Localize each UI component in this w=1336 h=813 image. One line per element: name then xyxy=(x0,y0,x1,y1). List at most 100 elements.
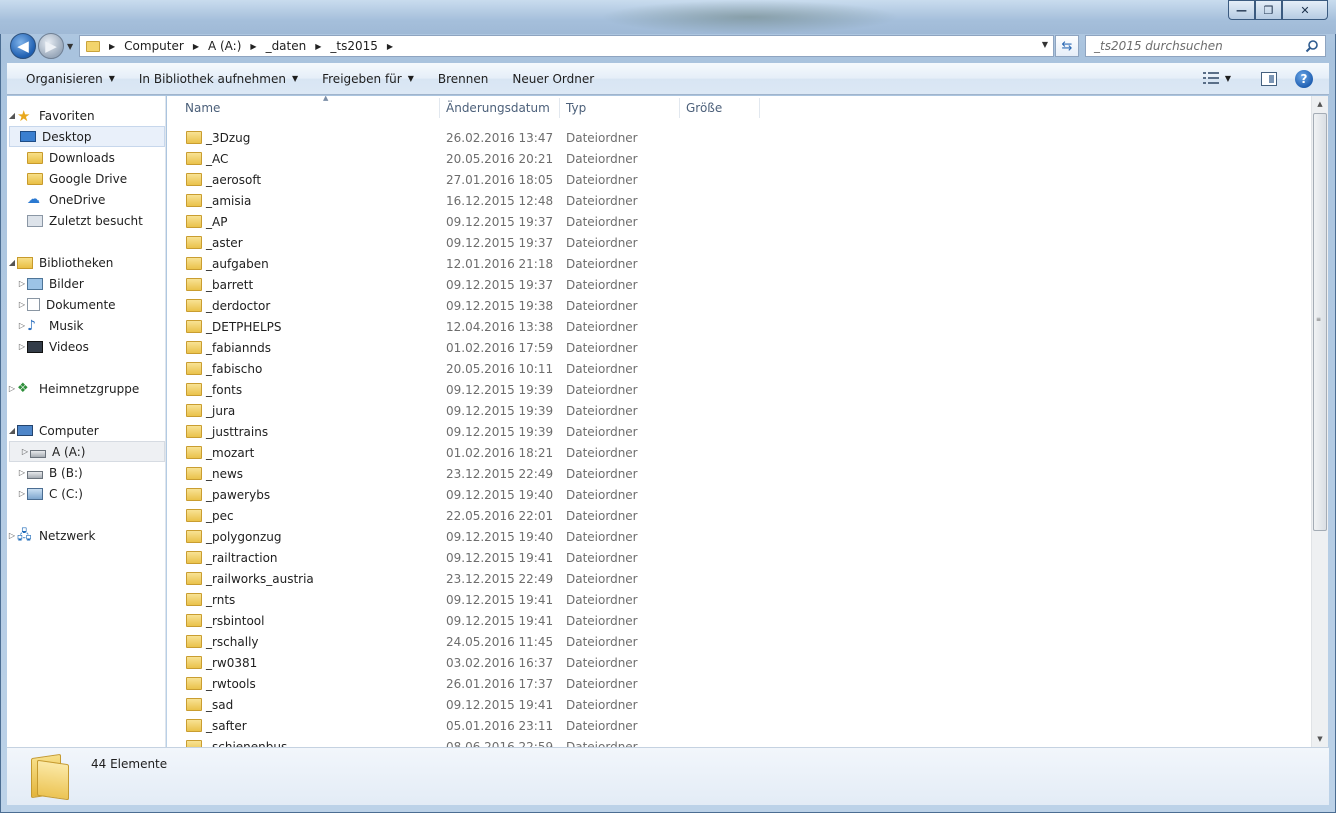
expand-arrow-icon[interactable]: ▷ xyxy=(7,384,17,393)
file-row[interactable]: _rwtools 26.01.2016 17:37 Dateiordner xyxy=(167,673,1311,694)
expand-arrow-icon[interactable]: ▷ xyxy=(17,321,27,330)
file-row[interactable]: _rw0381 03.02.2016 16:37 Dateiordner xyxy=(167,652,1311,673)
breadcrumb-chevron-icon[interactable]: ▶ xyxy=(109,42,115,51)
nav-item-recent[interactable]: Zuletzt besucht xyxy=(7,210,165,231)
search-input[interactable]: _ts2015 durchsuchen xyxy=(1085,35,1326,57)
file-row[interactable]: _amisia 16.12.2015 12:48 Dateiordner xyxy=(167,190,1311,211)
file-row[interactable]: _safter 05.01.2016 23:11 Dateiordner xyxy=(167,715,1311,736)
file-row[interactable]: _derdoctor 09.12.2015 19:38 Dateiordner xyxy=(167,295,1311,316)
file-row[interactable]: _fabiannds 01.02.2016 17:59 Dateiordner xyxy=(167,337,1311,358)
address-history-dropdown-icon[interactable]: ▼ xyxy=(1042,40,1048,49)
column-divider[interactable] xyxy=(439,98,440,118)
scroll-up-icon[interactable]: ▲ xyxy=(1312,96,1328,112)
close-button[interactable]: ✕ xyxy=(1282,0,1328,20)
burn-button[interactable]: Brennen xyxy=(426,67,500,91)
column-divider[interactable] xyxy=(559,98,560,118)
file-row[interactable]: _aufgaben 12.01.2016 21:18 Dateiordner xyxy=(167,253,1311,274)
expand-arrow-icon[interactable]: ▷ xyxy=(17,300,27,309)
expand-arrow-icon[interactable]: ◢ xyxy=(7,258,17,267)
file-row[interactable]: _polygonzug 09.12.2015 19:40 Dateiordner xyxy=(167,526,1311,547)
nav-item-desktop[interactable]: Desktop xyxy=(9,126,165,147)
file-row[interactable]: _pec 22.05.2016 22:01 Dateiordner xyxy=(167,505,1311,526)
nav-item-downloads[interactable]: Downloads xyxy=(7,147,165,168)
file-row[interactable]: _news 23.12.2015 22:49 Dateiordner xyxy=(167,463,1311,484)
refresh-button[interactable]: ⇆ xyxy=(1055,35,1079,57)
file-row[interactable]: _railtraction 09.12.2015 19:41 Dateiordner xyxy=(167,547,1311,568)
preview-pane-button[interactable] xyxy=(1261,72,1277,86)
expand-arrow-icon[interactable]: ▷ xyxy=(17,489,27,498)
maximize-button[interactable]: ❐ xyxy=(1255,0,1282,20)
nav-item-videos[interactable]: ▷ Videos xyxy=(7,336,165,357)
file-row[interactable]: _schienenbus 08.06.2016 22:59 Dateiordner xyxy=(167,736,1311,747)
recent-pages-dropdown-icon[interactable]: ▼ xyxy=(67,42,73,51)
nav-item-music[interactable]: ▷ ♪ Musik xyxy=(7,315,165,336)
breadcrumb-item-daten[interactable]: _daten xyxy=(266,39,307,53)
file-row[interactable]: _jura 09.12.2015 19:39 Dateiordner xyxy=(167,400,1311,421)
breadcrumb-chevron-icon[interactable]: ▶ xyxy=(315,42,321,51)
column-header-size[interactable]: Größe xyxy=(686,96,759,120)
column-divider[interactable] xyxy=(759,98,760,118)
new-folder-button[interactable]: Neuer Ordner xyxy=(500,67,606,91)
nav-item-documents[interactable]: ▷ Dokumente xyxy=(7,294,165,315)
file-row[interactable]: _rschally 24.05.2016 11:45 Dateiordner xyxy=(167,631,1311,652)
nav-item-drive-c[interactable]: ▷ C (C:) xyxy=(7,483,165,504)
nav-group-computer[interactable]: ◢ Computer xyxy=(7,420,165,441)
vertical-scrollbar[interactable]: ▲ ≡ ▼ xyxy=(1311,96,1328,747)
file-row[interactable]: _railworks_austria 23.12.2015 22:49 Dateio… xyxy=(167,568,1311,589)
nav-group-homegroup[interactable]: ▷ ❖ Heimnetzgruppe xyxy=(7,378,165,399)
nav-item-google-drive[interactable]: Google Drive xyxy=(7,168,165,189)
forward-button[interactable]: ▶ xyxy=(38,33,64,59)
file-row[interactable]: _pawerybs 09.12.2015 19:40 Dateiordner xyxy=(167,484,1311,505)
file-row[interactable]: _AP 09.12.2015 19:37 Dateiordner xyxy=(167,211,1311,232)
back-button[interactable]: ◀ xyxy=(10,33,36,59)
help-icon[interactable]: ? xyxy=(1295,70,1313,88)
title-bar[interactable] xyxy=(0,0,1336,34)
file-row[interactable]: _aster 09.12.2015 19:37 Dateiordner xyxy=(167,232,1311,253)
file-row[interactable]: _DETPHELPS 12.04.2016 13:38 Dateiordner xyxy=(167,316,1311,337)
column-header-name[interactable]: Name ▲ xyxy=(185,96,440,120)
expand-arrow-icon[interactable]: ◢ xyxy=(7,426,17,435)
share-with-menu[interactable]: Freigeben für ▼ xyxy=(310,67,426,91)
nav-group-libraries[interactable]: ◢ Bibliotheken xyxy=(7,252,165,273)
nav-item-drive-b[interactable]: ▷ B (B:) xyxy=(7,462,165,483)
breadcrumb-item-drive-a[interactable]: A (A:) xyxy=(208,39,241,53)
expand-arrow-icon[interactable]: ▷ xyxy=(17,342,27,351)
file-row[interactable]: _rsbintool 09.12.2015 19:41 Dateiordner xyxy=(167,610,1311,631)
nav-item-onedrive[interactable]: ☁ OneDrive xyxy=(7,189,165,210)
breadcrumb-chevron-icon[interactable]: ▶ xyxy=(193,42,199,51)
expand-arrow-icon[interactable]: ▷ xyxy=(17,279,27,288)
file-row[interactable]: _mozart 01.02.2016 18:21 Dateiordner xyxy=(167,442,1311,463)
column-divider[interactable] xyxy=(679,98,680,118)
breadcrumb-item-computer[interactable]: Computer xyxy=(124,39,184,53)
column-header-modified[interactable]: Änderungsdatum xyxy=(446,96,559,120)
expand-arrow-icon[interactable]: ▷ xyxy=(7,531,17,540)
chevron-down-icon[interactable]: ▼ xyxy=(1225,74,1231,83)
nav-item-pictures[interactable]: ▷ Bilder xyxy=(7,273,165,294)
expand-arrow-icon[interactable]: ▷ xyxy=(20,447,30,456)
nav-group-network[interactable]: ▷ 🖧 Netzwerk xyxy=(7,525,165,546)
change-view-button[interactable]: ▼ xyxy=(1202,72,1231,84)
file-row[interactable]: _rnts 09.12.2015 19:41 Dateiordner xyxy=(167,589,1311,610)
file-row[interactable]: _fabischo 20.05.2016 10:11 Dateiordner xyxy=(167,358,1311,379)
file-row[interactable]: _aerosoft 27.01.2016 18:05 Dateiordner xyxy=(167,169,1311,190)
file-row[interactable]: _AC 20.05.2016 20:21 Dateiordner xyxy=(167,148,1311,169)
scroll-down-icon[interactable]: ▼ xyxy=(1312,731,1328,747)
search-icon[interactable] xyxy=(1305,39,1319,53)
file-row[interactable]: _fonts 09.12.2015 19:39 Dateiordner xyxy=(167,379,1311,400)
file-row[interactable]: _barrett 09.12.2015 19:37 Dateiordner xyxy=(167,274,1311,295)
minimize-button[interactable]: — xyxy=(1228,0,1255,20)
expand-arrow-icon[interactable]: ◢ xyxy=(7,111,17,120)
nav-group-favorites[interactable]: ◢ ★ Favoriten xyxy=(7,105,165,126)
include-library-menu[interactable]: In Bibliothek aufnehmen ▼ xyxy=(127,67,310,91)
file-row[interactable]: _3Dzug 26.02.2016 13:47 Dateiordner xyxy=(167,127,1311,148)
file-row[interactable]: _justtrains 09.12.2015 19:39 Dateiordner xyxy=(167,421,1311,442)
organize-menu[interactable]: Organisieren ▼ xyxy=(14,67,127,91)
nav-item-drive-a[interactable]: ▷ A (A:) xyxy=(9,441,165,462)
breadcrumb-chevron-icon[interactable]: ▶ xyxy=(387,42,393,51)
expand-arrow-icon[interactable]: ▷ xyxy=(17,468,27,477)
breadcrumb-item-ts2015[interactable]: _ts2015 xyxy=(330,39,378,53)
file-row[interactable]: _sad 09.12.2015 19:41 Dateiordner xyxy=(167,694,1311,715)
address-bar[interactable]: ▶ Computer ▶ A (A:) ▶ _daten ▶ _ts2015 ▶… xyxy=(79,35,1054,57)
column-header-type[interactable]: Typ xyxy=(566,96,679,120)
breadcrumb-chevron-icon[interactable]: ▶ xyxy=(250,42,256,51)
